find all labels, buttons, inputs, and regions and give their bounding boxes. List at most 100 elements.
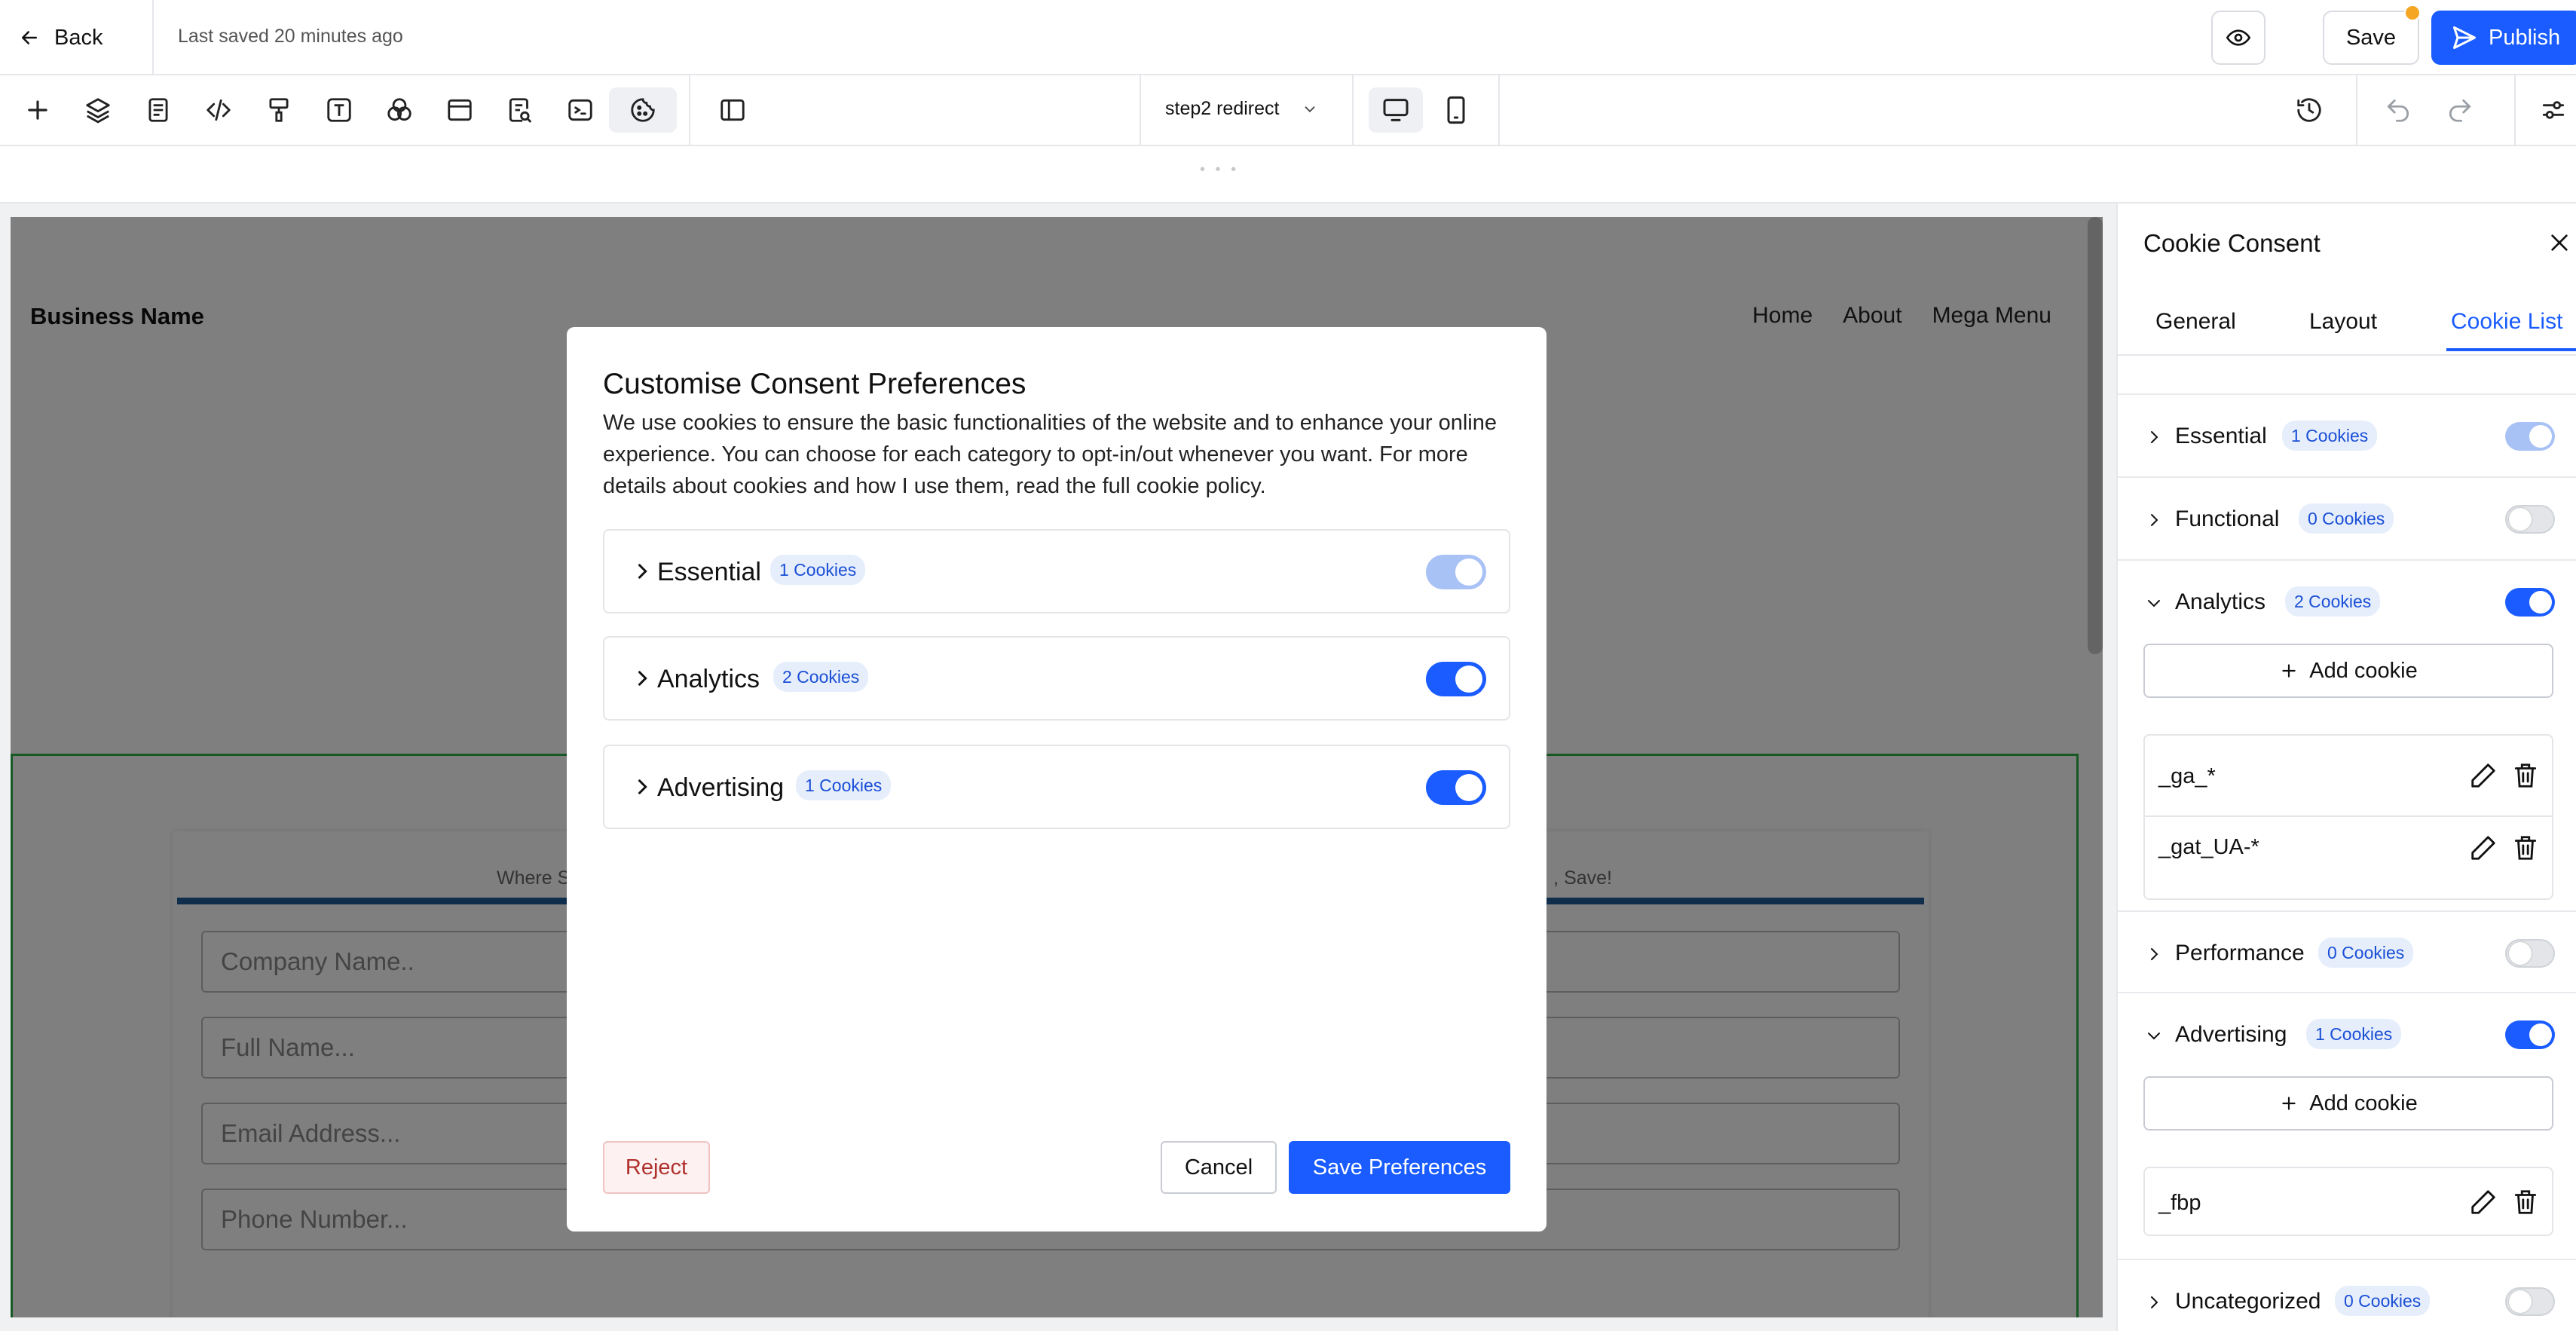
- add-cookie-button-advertising[interactable]: Add cookie: [2143, 1076, 2553, 1131]
- divider: [1352, 75, 1354, 146]
- mobile-view-button[interactable]: [1429, 87, 1483, 133]
- pencil-icon[interactable]: [2469, 761, 2498, 790]
- close-icon[interactable]: [2547, 231, 2571, 255]
- drag-handle[interactable]: • • •: [1200, 161, 1239, 179]
- arrow-left-icon: [22, 31, 37, 44]
- page-select[interactable]: step2 redirect: [1165, 98, 1318, 120]
- panel-row-advertising[interactable]: Advertising 1 Cookies: [2118, 992, 2576, 1075]
- redo-button[interactable]: [2437, 87, 2483, 133]
- category-name: Performance: [2175, 941, 2305, 965]
- panel-row-analytics[interactable]: Analytics 2 Cookies: [2118, 559, 2576, 642]
- desktop-view-button[interactable]: [1369, 87, 1423, 133]
- category-toggle-advertising[interactable]: [1426, 770, 1486, 805]
- eye-icon: [2226, 29, 2250, 46]
- panel-row-uncategorized[interactable]: Uncategorized 0 Cookies: [2118, 1259, 2576, 1331]
- tab-cookie-list[interactable]: Cookie List: [2451, 309, 2562, 335]
- save-preferences-button[interactable]: Save Preferences: [1289, 1141, 1510, 1194]
- cookie-count-badge: 1 Cookies: [2306, 1019, 2402, 1049]
- category-toggle-uncategorized[interactable]: [2505, 1287, 2555, 1316]
- tab-layout[interactable]: Layout: [2309, 309, 2377, 335]
- undo-icon: [2387, 99, 2409, 122]
- chevron-right-icon: [638, 564, 647, 579]
- chevron-right-icon: [2151, 948, 2158, 960]
- tab-general[interactable]: General: [2155, 309, 2236, 335]
- cookie-consent-panel: Cookie Consent General Layout Cookie Lis…: [2116, 203, 2576, 1331]
- divider: [2514, 75, 2516, 146]
- popups-button[interactable]: [437, 87, 482, 133]
- pencil-icon[interactable]: [2469, 1188, 2498, 1216]
- layers-button[interactable]: [75, 87, 121, 133]
- category-row-essential[interactable]: Essential 1 Cookies: [603, 529, 1510, 613]
- cookie-name: _gat_UA-*: [2158, 835, 2259, 859]
- plus-icon: [2282, 664, 2296, 678]
- add-cookie-button-analytics[interactable]: Add cookie: [2143, 644, 2553, 698]
- last-saved-status: Last saved 20 minutes ago: [178, 26, 403, 47]
- smartphone-icon: [1447, 96, 1465, 124]
- color-circles-icon: [387, 98, 411, 121]
- preview-button[interactable]: [2211, 11, 2265, 65]
- category-toggle-analytics[interactable]: [1426, 662, 1486, 696]
- divider: [152, 0, 154, 75]
- active-tab-indicator: [2446, 348, 2576, 351]
- modal-title: Customise Consent Preferences: [603, 368, 1026, 400]
- plus-icon: [28, 100, 47, 120]
- trash-icon[interactable]: [2511, 834, 2540, 862]
- category-toggle-advertising[interactable]: [2505, 1020, 2555, 1049]
- divider: [2356, 75, 2357, 146]
- seo-button[interactable]: [497, 87, 543, 133]
- typography-button[interactable]: [317, 87, 362, 133]
- reject-button[interactable]: Reject: [603, 1141, 710, 1194]
- divider: [1498, 75, 1500, 146]
- category-toggle-essential[interactable]: [2505, 422, 2555, 451]
- styles-button[interactable]: [256, 87, 301, 133]
- divider: [689, 75, 690, 146]
- save-button[interactable]: Save: [2323, 11, 2419, 65]
- pencil-icon[interactable]: [2469, 834, 2498, 862]
- page-select-value: step2 redirect: [1165, 98, 1280, 119]
- redo-icon: [2449, 99, 2471, 122]
- cancel-button[interactable]: Cancel: [1161, 1141, 1277, 1194]
- trash-icon[interactable]: [2511, 1188, 2540, 1216]
- settings-button[interactable]: [2531, 87, 2576, 133]
- back-button[interactable]: Back: [18, 20, 102, 56]
- add-cookie-label: Add cookie: [2309, 658, 2418, 683]
- send-icon: [2453, 26, 2476, 49]
- panel-row-functional[interactable]: Functional 0 Cookies: [2118, 476, 2576, 559]
- code-button[interactable]: [196, 87, 241, 133]
- chevron-right-icon: [2151, 514, 2158, 526]
- cookie-consent-button[interactable]: [609, 87, 677, 133]
- console-button[interactable]: [558, 87, 603, 133]
- editor-toolbar: step2 redirect: [0, 75, 2576, 146]
- divider: [1140, 75, 1141, 146]
- category-toggle-functional[interactable]: [2505, 505, 2555, 534]
- canvas-ruler-bar: • • •: [0, 146, 2576, 203]
- colors-button[interactable]: [377, 87, 422, 133]
- paint-roller-icon: [269, 98, 289, 122]
- undo-button[interactable]: [2376, 87, 2421, 133]
- pages-button[interactable]: [136, 87, 181, 133]
- category-toggle-analytics[interactable]: [2505, 588, 2555, 617]
- layers-icon: [86, 98, 110, 124]
- terminal-icon: [568, 99, 592, 121]
- unsaved-indicator-dot: [2404, 5, 2421, 21]
- chevron-right-icon: [638, 779, 647, 794]
- cookie-count-badge: 1 Cookies: [770, 555, 866, 585]
- add-element-button[interactable]: [15, 87, 60, 133]
- cookie-name: _ga_*: [2158, 764, 2216, 788]
- trash-icon[interactable]: [2511, 761, 2540, 790]
- panel-row-essential[interactable]: Essential 1 Cookies: [2118, 393, 2576, 476]
- plus-icon: [2282, 1097, 2296, 1110]
- split-view-button[interactable]: [710, 87, 755, 133]
- panel-row-performance[interactable]: Performance 0 Cookies: [2118, 910, 2576, 993]
- chevron-down-icon: [2148, 600, 2160, 607]
- publish-button[interactable]: Publish: [2431, 11, 2576, 65]
- history-button[interactable]: [2287, 87, 2332, 133]
- category-toggle-performance[interactable]: [2505, 939, 2555, 968]
- category-toggle-essential[interactable]: [1426, 555, 1486, 589]
- category-row-analytics[interactable]: Analytics 2 Cookies: [603, 636, 1510, 721]
- add-cookie-label: Add cookie: [2309, 1091, 2418, 1115]
- category-row-advertising[interactable]: Advertising 1 Cookies: [603, 745, 1510, 829]
- cookie-count-badge: 2 Cookies: [2285, 586, 2381, 617]
- columns-icon: [720, 99, 745, 121]
- cookie-count-badge: 0 Cookies: [2299, 503, 2394, 534]
